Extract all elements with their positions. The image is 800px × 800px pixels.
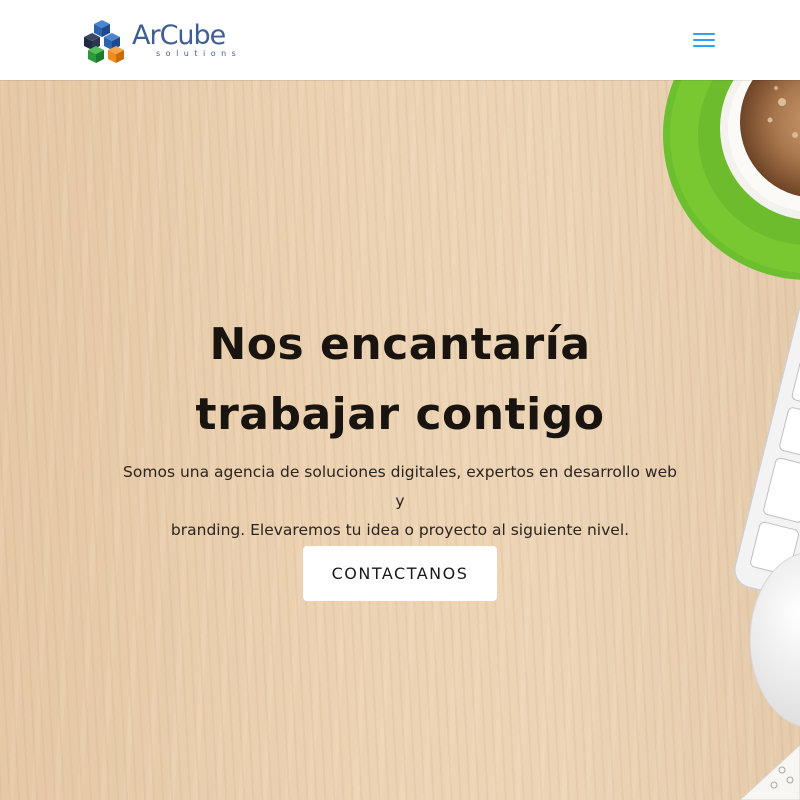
cube-logo-icon xyxy=(84,20,124,63)
notebook-image xyxy=(739,744,800,800)
logo-wordmark: ArCube xyxy=(132,20,226,51)
arcube-logo[interactable]: ArCube solutions xyxy=(84,18,236,64)
coffee-cup-image xyxy=(663,80,800,280)
site-header: ArCube solutions xyxy=(0,0,800,80)
hero-title: Nos encantaría trabajar contigo xyxy=(100,310,700,450)
contact-button[interactable]: CONTACTANOS xyxy=(303,546,497,601)
hamburger-menu-icon[interactable] xyxy=(691,28,717,52)
hero-subtitle-line-1: Somos una agencia de soluciones digitale… xyxy=(123,463,677,510)
hero-section: Nos encantaría trabajar contigo Somos un… xyxy=(0,80,800,800)
hero-title-line-2: trabajar contigo xyxy=(195,389,605,440)
logo-tagline: solutions xyxy=(156,49,242,58)
hero-title-line-1: Nos encantaría xyxy=(209,319,591,370)
hero-subtitle-line-2: branding. Elevaremos tu idea o proyecto … xyxy=(170,521,630,539)
hero-subtitle: Somos una agencia de soluciones digitale… xyxy=(120,458,680,545)
